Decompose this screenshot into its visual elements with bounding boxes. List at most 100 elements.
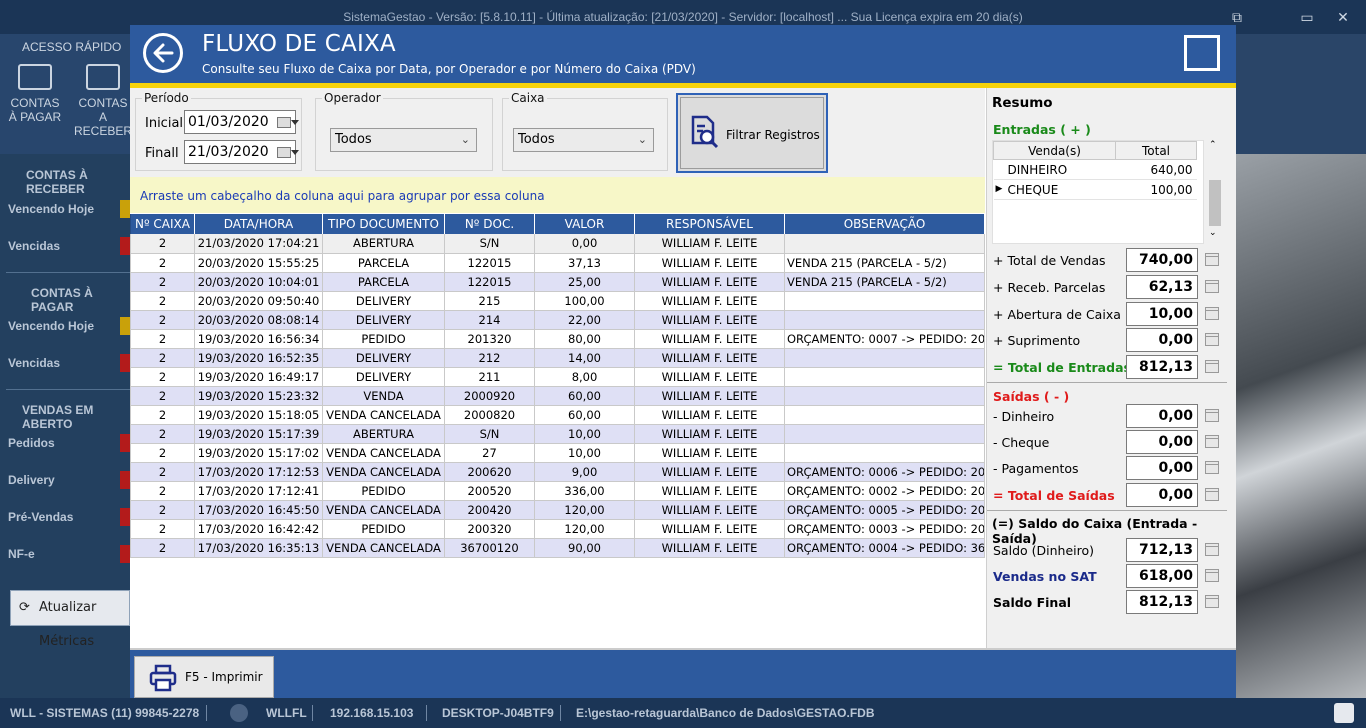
table-row[interactable]: 2 20/03/2020 09:50:40 DELIVERY 215 100,00 WIL…: [130, 291, 985, 311]
table-row[interactable]: 2 17/03/2020 16:35:13 VENDA CANCELADA 36700…: [130, 538, 985, 558]
column-header[interactable]: OBSERVAÇÃO: [784, 214, 985, 234]
column-header[interactable]: Nº DOC.: [444, 214, 535, 234]
column-header[interactable]: RESPONSÁVEL: [634, 214, 785, 234]
table-row[interactable]: 2 20/03/2020 10:04:01 PARCELA 122015 25,00 WI…: [130, 272, 985, 292]
table-row[interactable]: 2 17/03/2020 16:45:50 VENDA CANCELADA 20042…: [130, 500, 985, 520]
table-cell: WILLIAM F. LEITE: [634, 405, 785, 425]
table-row[interactable]: 2 19/03/2020 16:56:34 PEDIDO 201320 80,00 WIL…: [130, 329, 985, 349]
calc-icon[interactable]: [1205, 488, 1219, 501]
sidebar-item-receber-vencidas[interactable]: Vencidas: [8, 237, 130, 255]
print-button[interactable]: F5 - Imprimir: [134, 656, 274, 698]
table-cell: 2: [130, 234, 195, 254]
suprimento-label: + Suprimento: [993, 333, 1081, 348]
table-cell: 19/03/2020 15:17:39: [194, 424, 323, 444]
table-row[interactable]: 2 21/03/2020 17:04:21 ABERTURA S/N 0,00 WILLI…: [130, 234, 985, 254]
table-row[interactable]: 2 20/03/2020 08:08:14 DELIVERY 214 22,00 WILL…: [130, 310, 985, 330]
table-cell: [784, 310, 985, 330]
sidebar-item-receber-vencendo[interactable]: Vencendo Hoje: [8, 200, 130, 218]
final-date-input[interactable]: 21/03/2020: [184, 140, 299, 164]
table-row[interactable]: 2 19/03/2020 16:49:17 DELIVERY 211 8,00 WILLI…: [130, 367, 985, 387]
column-header[interactable]: Nº CAIXA: [130, 214, 195, 234]
table-row[interactable]: 2 17/03/2020 17:12:41 PEDIDO 200520 336,00 WI…: [130, 481, 985, 501]
table-cell: 214: [444, 310, 535, 330]
sidebar-item-pedidos[interactable]: Pedidos: [8, 434, 130, 452]
calendar-icon[interactable]: [277, 117, 299, 128]
table-row[interactable]: ▶ CHEQUE 100,00: [993, 179, 1197, 200]
calc-icon[interactable]: [1205, 409, 1219, 422]
quick-access-panel: ACESSO RÁPIDO CONTAS À PAGAR CONTAS A RE…: [0, 34, 132, 154]
table-cell: DELIVERY: [322, 348, 445, 368]
power-icon[interactable]: [1334, 703, 1354, 723]
status-database: E:\gestao-retaguarda\Banco de Dados\GEST…: [576, 706, 875, 720]
table-cell: 2: [130, 481, 195, 501]
calc-icon[interactable]: [1205, 253, 1219, 266]
quick-contas-pagar-button[interactable]: CONTAS À PAGAR: [6, 64, 64, 124]
group-by-area[interactable]: Arraste um cabeçalho da coluna aqui para…: [130, 177, 985, 213]
entradas-label: Entradas ( + ): [993, 122, 1091, 137]
table-row[interactable]: 2 17/03/2020 17:12:53 VENDA CANCELADA 20062…: [130, 462, 985, 482]
chevron-down-icon[interactable]: ⌄: [1209, 228, 1217, 238]
calc-icon[interactable]: [1205, 307, 1219, 320]
table-cell: WILLIAM F. LEITE: [634, 443, 785, 463]
caixa-select[interactable]: Todos ⌄: [513, 128, 654, 152]
table-row[interactable]: 2 19/03/2020 15:23:32 VENDA 2000920 60,00 WIL…: [130, 386, 985, 406]
operador-select[interactable]: Todos ⌄: [330, 128, 477, 152]
sidebar-item-pagar-vencidas[interactable]: Vencidas: [8, 354, 130, 372]
inicial-label: Inicial: [145, 116, 184, 131]
minimize-icon[interactable]: ▭: [1290, 0, 1324, 34]
calc-icon[interactable]: [1205, 280, 1219, 293]
table-row[interactable]: 2 19/03/2020 16:52:35 DELIVERY 212 14,00 WILL…: [130, 348, 985, 368]
mini-table-scrollbar[interactable]: ⌃ ⌄: [1206, 140, 1222, 244]
table-row[interactable]: DINHEIRO 640,00: [993, 159, 1197, 180]
table-cell: [784, 386, 985, 406]
table-row[interactable]: 2 20/03/2020 15:55:25 PARCELA 122015 37,13 WI…: [130, 253, 985, 273]
close-icon[interactable]: ✕: [1326, 0, 1360, 34]
calc-icon[interactable]: [1205, 569, 1219, 582]
calc-icon[interactable]: [1205, 333, 1219, 346]
maximize-button[interactable]: [1184, 35, 1220, 71]
refresh-icon: ⟳: [19, 600, 30, 615]
total-entradas-value: 812,13: [1126, 355, 1198, 379]
filter-records-button[interactable]: Filtrar Registros: [676, 93, 828, 173]
column-header[interactable]: DATA/HORA: [194, 214, 323, 234]
table-cell: 2000920: [444, 386, 535, 406]
sidebar-item-delivery[interactable]: Delivery: [8, 471, 130, 489]
calc-icon[interactable]: [1205, 435, 1219, 448]
table-cell: PEDIDO: [322, 519, 445, 539]
column-header[interactable]: VALOR: [534, 214, 635, 234]
table-row[interactable]: 2 19/03/2020 15:17:39 ABERTURA S/N 10,00 WILL…: [130, 424, 985, 444]
final-label: Finall: [145, 146, 179, 161]
table-cell: 200420: [444, 500, 535, 520]
chevron-up-icon[interactable]: ⌃: [1209, 140, 1217, 150]
calc-icon[interactable]: [1205, 360, 1219, 373]
table-row[interactable]: 2 17/03/2020 16:42:42 PEDIDO 200320 120,00 WI…: [130, 519, 985, 539]
mini-col-total[interactable]: Total: [1115, 141, 1197, 160]
table-cell: WILLIAM F. LEITE: [634, 538, 785, 558]
total-vendas-label: + Total de Vendas: [993, 253, 1106, 268]
receb-parcelas-label: + Receb. Parcelas: [993, 280, 1106, 295]
table-cell: WILLIAM F. LEITE: [634, 291, 785, 311]
table-cell: ABERTURA: [322, 424, 445, 444]
calendar-icon[interactable]: [277, 147, 299, 158]
sidebar-item-pre-vendas[interactable]: Pré-Vendas: [8, 508, 130, 526]
calc-icon[interactable]: [1205, 461, 1219, 474]
table-cell: 10,00: [534, 443, 635, 463]
table-row[interactable]: 2 19/03/2020 15:17:02 VENDA CANCELADA 27 10,…: [130, 443, 985, 463]
calc-icon[interactable]: [1205, 595, 1219, 608]
status-host: DESKTOP-J04BTF9: [442, 706, 554, 720]
quick-access-label: ACESSO RÁPIDO: [22, 40, 122, 54]
quick-contas-receber-button[interactable]: CONTAS A RECEBER: [74, 64, 132, 138]
update-metrics-button[interactable]: ⟳ Atualizar Métricas: [10, 590, 130, 649]
calc-icon[interactable]: [1205, 543, 1219, 556]
mini-col-vendas[interactable]: Venda(s): [993, 141, 1116, 160]
sidebar-item-nfe[interactable]: NF-e: [8, 545, 130, 563]
table-row[interactable]: 2 19/03/2020 15:18:05 VENDA CANCELADA 20008…: [130, 405, 985, 425]
table-cell: 122015: [444, 272, 535, 292]
inicial-date-input[interactable]: 01/03/2020: [184, 110, 299, 134]
table-cell: 2000820: [444, 405, 535, 425]
sidebar-item-pagar-vencendo[interactable]: Vencendo Hoje: [8, 317, 130, 335]
column-header[interactable]: TIPO DOCUMENTO: [322, 214, 445, 234]
back-button[interactable]: [143, 33, 183, 73]
table-cell: 10,00: [534, 424, 635, 444]
saida-cheque-value: 0,00: [1126, 430, 1198, 454]
